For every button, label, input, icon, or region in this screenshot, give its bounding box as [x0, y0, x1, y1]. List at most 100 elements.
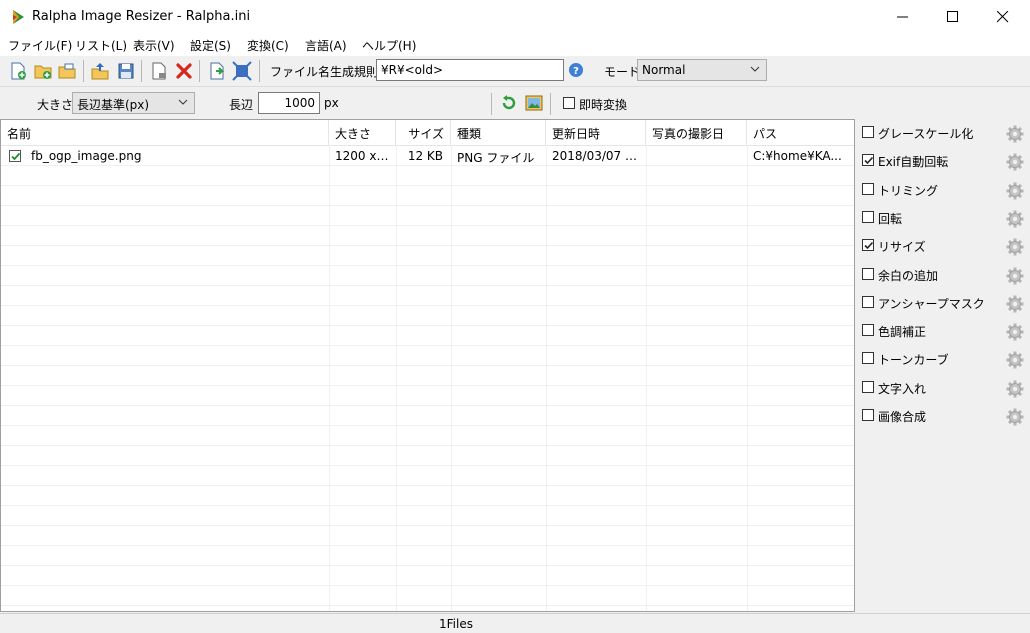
check-icon: [11, 152, 21, 161]
column-header-modified[interactable]: 更新日時: [546, 120, 646, 145]
toolbar-separator: [83, 60, 84, 82]
column-header-dimensions[interactable]: 大きさ: [329, 120, 396, 145]
effect-checkbox[interactable]: [862, 154, 874, 167]
menu-view[interactable]: 表示(V): [133, 37, 175, 54]
menu-list[interactable]: リスト(L): [75, 37, 127, 54]
filename-rule-input[interactable]: ¥R¥<old>: [376, 59, 564, 81]
delete-icon[interactable]: [174, 61, 194, 81]
list-grid-column: [546, 145, 547, 611]
close-button[interactable]: [980, 0, 1026, 34]
gear-icon[interactable]: [1006, 295, 1024, 313]
gear-icon[interactable]: [1006, 182, 1024, 200]
row-checkbox[interactable]: [9, 150, 21, 162]
column-header-size[interactable]: サイズ: [396, 120, 451, 145]
gear-icon[interactable]: [1006, 380, 1024, 398]
add-folder-icon[interactable]: [33, 61, 53, 81]
menu-language[interactable]: 言語(A): [305, 37, 347, 54]
effect-item[interactable]: トリミング: [857, 176, 1030, 204]
column-header-name[interactable]: 名前: [1, 120, 329, 145]
cell-path: C:¥home¥KA...: [753, 149, 842, 163]
maximize-button[interactable]: [930, 0, 976, 34]
gear-icon[interactable]: [1006, 210, 1024, 228]
effect-checkbox[interactable]: [862, 409, 874, 421]
list-grid-row: [1, 546, 854, 566]
list-grid-row: [1, 246, 854, 266]
effect-item[interactable]: アンシャープマスク: [857, 289, 1030, 317]
effect-item[interactable]: 回転: [857, 204, 1030, 232]
app-logo-icon: [13, 10, 24, 24]
effect-checkbox[interactable]: [862, 239, 874, 252]
toolbar-separator: [491, 93, 492, 115]
gear-icon[interactable]: [1006, 323, 1024, 341]
gear-icon[interactable]: [1006, 125, 1024, 143]
image-preview-icon[interactable]: [525, 94, 543, 112]
effect-item[interactable]: Exif自動回転: [857, 147, 1030, 175]
long-side-input[interactable]: 1000: [258, 92, 320, 114]
save-list-icon[interactable]: [116, 61, 136, 81]
menu-help[interactable]: ヘルプ(H): [362, 37, 416, 54]
effect-checkbox[interactable]: [862, 267, 874, 280]
maximize-icon: [947, 11, 958, 22]
help-icon[interactable]: ?: [568, 62, 584, 78]
list-grid-row: [1, 166, 854, 186]
clear-list-icon[interactable]: [149, 61, 169, 81]
effect-checkbox[interactable]: [862, 352, 874, 365]
menu-convert[interactable]: 変換(C): [247, 37, 289, 54]
mode-select[interactable]: Normal: [637, 59, 767, 81]
effect-item[interactable]: グレースケール化: [857, 119, 1030, 147]
list-grid-row: [1, 346, 854, 366]
menu-file[interactable]: ファイル(F): [8, 37, 72, 54]
effect-item[interactable]: 文字入れ: [857, 374, 1030, 402]
effect-checkbox[interactable]: [862, 324, 874, 337]
column-header-taken[interactable]: 写真の撮影日: [646, 120, 747, 145]
effect-item[interactable]: 余白の追加: [857, 261, 1030, 289]
effect-label: 画像合成: [878, 410, 927, 424]
add-file-icon[interactable]: [8, 61, 28, 81]
minimize-button[interactable]: [880, 0, 926, 34]
file-list[interactable]: 名前 大きさ サイズ 種類 更新日時 写真の撮影日 パス fb_ogp_imag…: [0, 119, 855, 612]
close-icon: [997, 11, 1009, 23]
effect-label: 色調補正: [878, 325, 927, 340]
open-list-icon[interactable]: [90, 61, 110, 81]
list-grid-column: [329, 145, 330, 611]
effect-label: リサイズ: [878, 240, 926, 255]
gear-icon[interactable]: [1006, 408, 1024, 426]
column-header-type[interactable]: 種類: [451, 120, 546, 145]
list-grid-row: [1, 506, 854, 526]
table-row[interactable]: fb_ogp_image.png 1200 x ... 12 KB PNG ファ…: [1, 146, 854, 166]
list-grid-row: [1, 526, 854, 546]
fit-size-icon[interactable]: [232, 61, 252, 81]
gear-icon[interactable]: [1006, 267, 1024, 285]
effect-checkbox[interactable]: [862, 380, 874, 393]
column-header-path[interactable]: パス: [747, 120, 854, 145]
size-mode-select[interactable]: 長辺基準(px): [72, 92, 195, 114]
effect-checkbox[interactable]: [862, 182, 874, 195]
effect-checkbox[interactable]: [862, 295, 874, 308]
effect-label: トーンカーブ: [878, 353, 949, 368]
gear-icon[interactable]: [1006, 153, 1024, 171]
instant-convert-checkbox[interactable]: [563, 97, 575, 109]
gear-icon[interactable]: [1006, 238, 1024, 256]
list-grid-row: [1, 426, 854, 446]
cell-type: PNG ファイル: [457, 151, 535, 165]
list-grid-row: [1, 406, 854, 426]
effect-item[interactable]: リサイズ: [857, 232, 1030, 260]
effect-checkbox[interactable]: [862, 210, 874, 223]
effect-checkbox[interactable]: [862, 126, 874, 138]
convert-icon[interactable]: [207, 61, 227, 81]
app-window: Ralpha Image Resizer - Ralpha.ini ファイル(F…: [0, 0, 1030, 633]
size-label: 大きさ: [37, 98, 74, 112]
effect-item[interactable]: トーンカーブ: [857, 345, 1030, 373]
effect-item[interactable]: 画像合成: [857, 402, 1030, 430]
list-grid-row: [1, 586, 854, 606]
effect-label: 文字入れ: [878, 381, 927, 396]
open-folder-icon[interactable]: [57, 61, 77, 81]
effect-item[interactable]: 色調補正: [857, 317, 1030, 345]
toolbar-separator: [259, 60, 260, 82]
gear-icon[interactable]: [1006, 351, 1024, 369]
list-grid-row: [1, 286, 854, 306]
menu-settings[interactable]: 設定(S): [190, 37, 231, 54]
rotate-icon[interactable]: [500, 94, 518, 112]
long-side-label: 長辺: [229, 98, 254, 112]
list-grid-column: [396, 145, 397, 611]
